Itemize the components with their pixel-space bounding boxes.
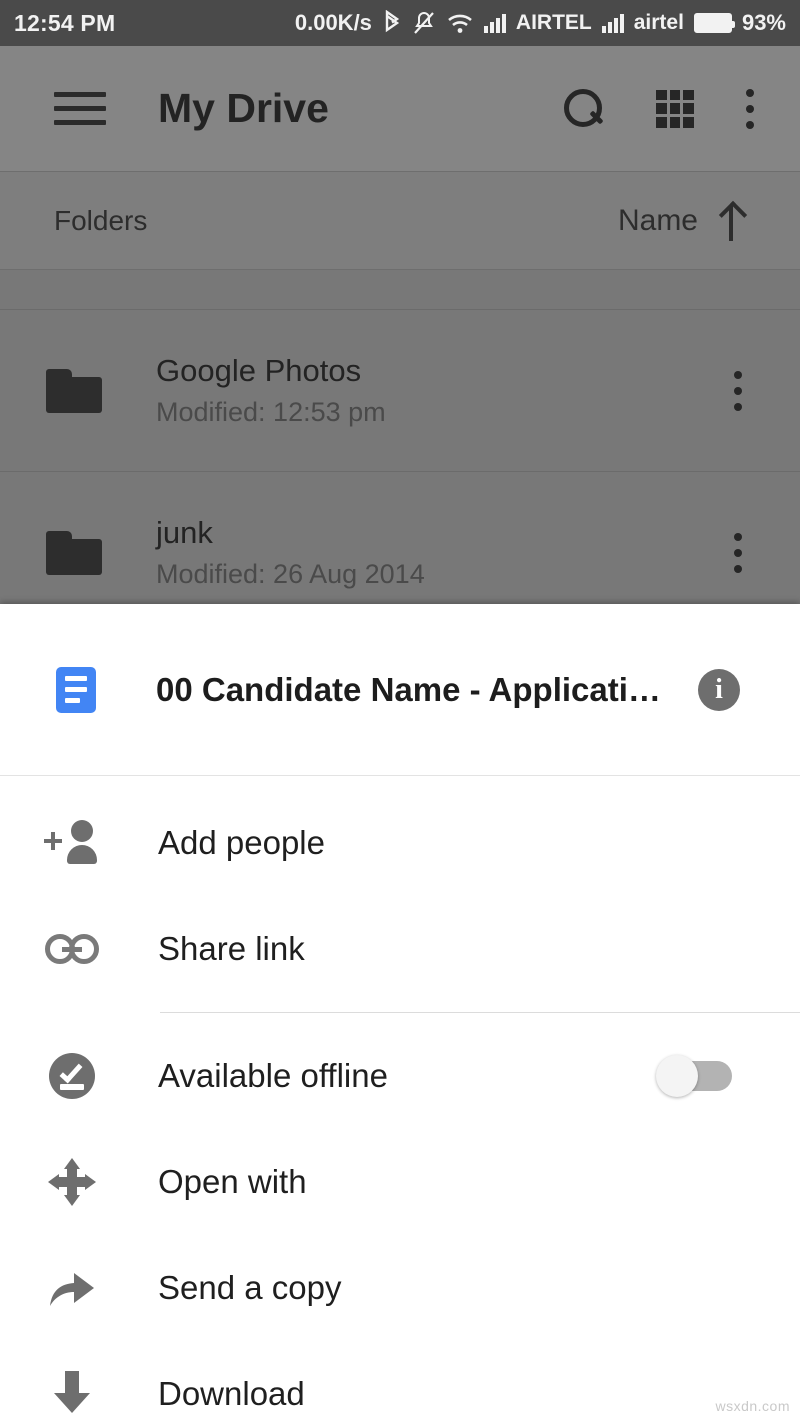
menu-item-label: Add people xyxy=(158,824,325,861)
google-docs-icon xyxy=(56,666,96,713)
wifi-icon xyxy=(446,12,474,34)
grid-view-icon[interactable] xyxy=(656,89,694,128)
watermark: wsxdn.com xyxy=(715,1398,790,1414)
search-icon[interactable] xyxy=(562,88,604,130)
menu-item-send-a-copy[interactable]: Send a copy xyxy=(0,1235,800,1341)
bluetooth-icon xyxy=(382,10,402,36)
options-menu: Add people Share link Available offline xyxy=(0,776,800,1422)
folder-icon xyxy=(46,530,102,575)
menu-item-label: Available offline xyxy=(158,1057,388,1094)
carrier-label-1: AIRTEL xyxy=(515,11,592,34)
menu-item-share-link[interactable]: Share link xyxy=(0,896,800,1002)
info-icon[interactable]: i xyxy=(698,668,740,711)
hamburger-menu-icon[interactable] xyxy=(54,92,106,125)
share-arrow-icon xyxy=(44,1266,100,1310)
screen-root: 12:54 PM 0.00K/s AIRTEL airtel 93% My Dr… xyxy=(0,0,800,1422)
offline-pin-icon xyxy=(44,1053,100,1099)
menu-item-available-offline[interactable]: Available offline xyxy=(0,1023,800,1129)
row-more-vertical-icon[interactable] xyxy=(734,532,766,573)
file-subtitle: Modified: 12:53 pm xyxy=(156,397,386,427)
menu-item-label: Download xyxy=(158,1375,305,1412)
notifications-off-icon xyxy=(412,10,436,36)
sort-control[interactable]: Name xyxy=(618,201,764,241)
list-top-strip xyxy=(0,270,800,310)
menu-item-add-people[interactable]: Add people xyxy=(0,790,800,896)
menu-item-label: Share link xyxy=(158,930,305,967)
toggle-knob xyxy=(656,1055,698,1097)
file-subtitle: Modified: 26 Aug 2014 xyxy=(156,559,425,589)
menu-item-open-with[interactable]: Open with xyxy=(0,1129,800,1235)
status-bar-clock: 12:54 PM xyxy=(14,9,116,36)
folder-icon xyxy=(46,368,102,413)
app-bar: My Drive xyxy=(0,46,800,172)
carrier-label-2: airtel xyxy=(633,11,684,34)
menu-item-label: Open with xyxy=(158,1163,307,1200)
section-label-folders: Folders xyxy=(54,204,148,236)
battery-percent-label: 93% xyxy=(741,10,786,35)
person-add-icon xyxy=(44,820,100,866)
page-title: My Drive xyxy=(158,85,329,131)
menu-divider xyxy=(160,1012,800,1013)
menu-item-download[interactable]: Download xyxy=(0,1341,800,1422)
signal-bars-icon-1 xyxy=(483,13,506,33)
sort-field-label: Name xyxy=(617,203,698,237)
bottom-sheet-header: 00 Candidate Name - Applicati… i xyxy=(0,604,800,776)
selected-file-name: 00 Candidate Name - Applicati… xyxy=(156,670,661,708)
move-arrows-icon xyxy=(44,1158,100,1206)
file-options-bottom-sheet: 00 Candidate Name - Applicati… i Add peo… xyxy=(0,604,800,1422)
more-vertical-icon[interactable] xyxy=(746,88,754,129)
signal-bars-icon-2 xyxy=(601,13,624,33)
menu-item-label: Send a copy xyxy=(158,1269,342,1306)
file-name: junk xyxy=(156,515,213,550)
sort-bar: Folders Name xyxy=(0,172,800,270)
arrow-up-icon xyxy=(720,201,742,241)
network-speed-text: 0.00K/s xyxy=(294,10,372,35)
battery-icon xyxy=(693,13,735,33)
file-name: Google Photos xyxy=(156,353,362,388)
row-more-vertical-icon[interactable] xyxy=(734,370,766,411)
download-icon xyxy=(44,1371,100,1417)
status-bar: 12:54 PM 0.00K/s AIRTEL airtel 93% xyxy=(0,0,800,46)
table-row[interactable]: Google Photos Modified: 12:53 pm xyxy=(0,310,800,472)
available-offline-toggle[interactable] xyxy=(656,1055,732,1097)
link-icon xyxy=(44,934,100,964)
